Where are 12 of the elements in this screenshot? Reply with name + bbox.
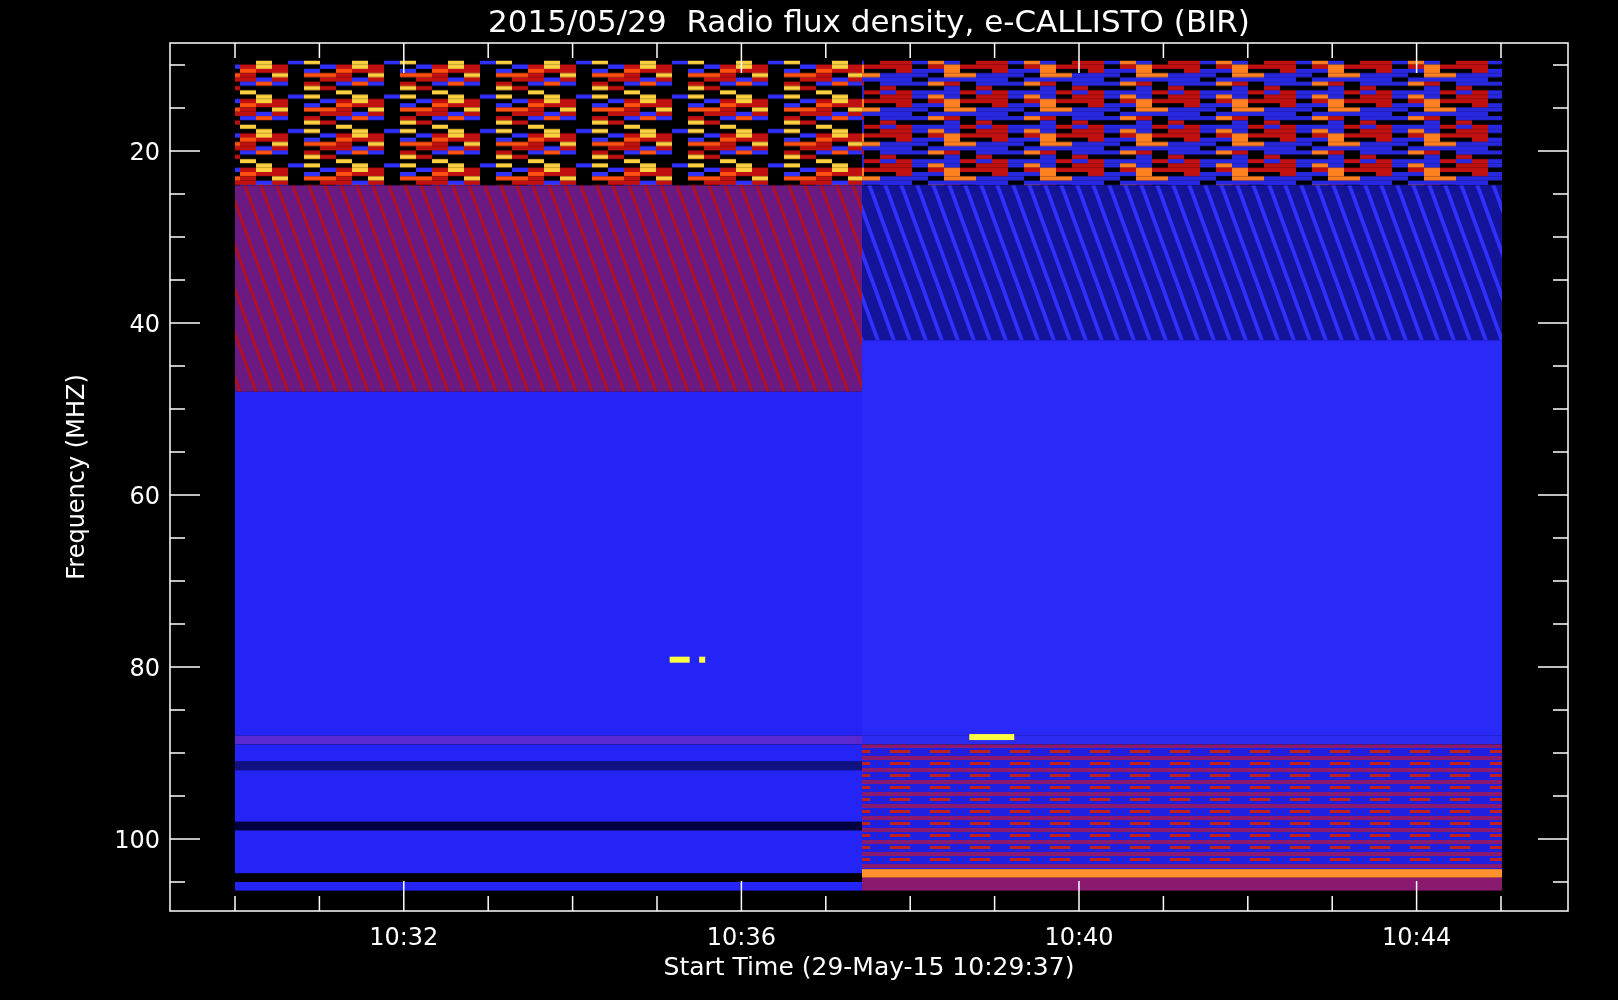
chart-title: 2015/05/29 Radio flux density, e-CALLISTO (BIR): [488, 3, 1250, 39]
axis-label: Frequency (MHZ): [62, 374, 90, 580]
tick-label: 100: [114, 826, 160, 854]
tick-label: 10:36: [706, 923, 776, 951]
axis-label: Start Time (29-May-15 10:29:37): [663, 952, 1075, 981]
tick-label: 20: [129, 138, 160, 166]
tick-label: 10:44: [1382, 923, 1452, 951]
tick-label: 60: [129, 482, 160, 510]
tick-label: 80: [129, 654, 160, 682]
tick-label: 10:32: [369, 923, 439, 951]
tick-label: 10:40: [1044, 923, 1114, 951]
tick-label: 40: [129, 310, 160, 338]
